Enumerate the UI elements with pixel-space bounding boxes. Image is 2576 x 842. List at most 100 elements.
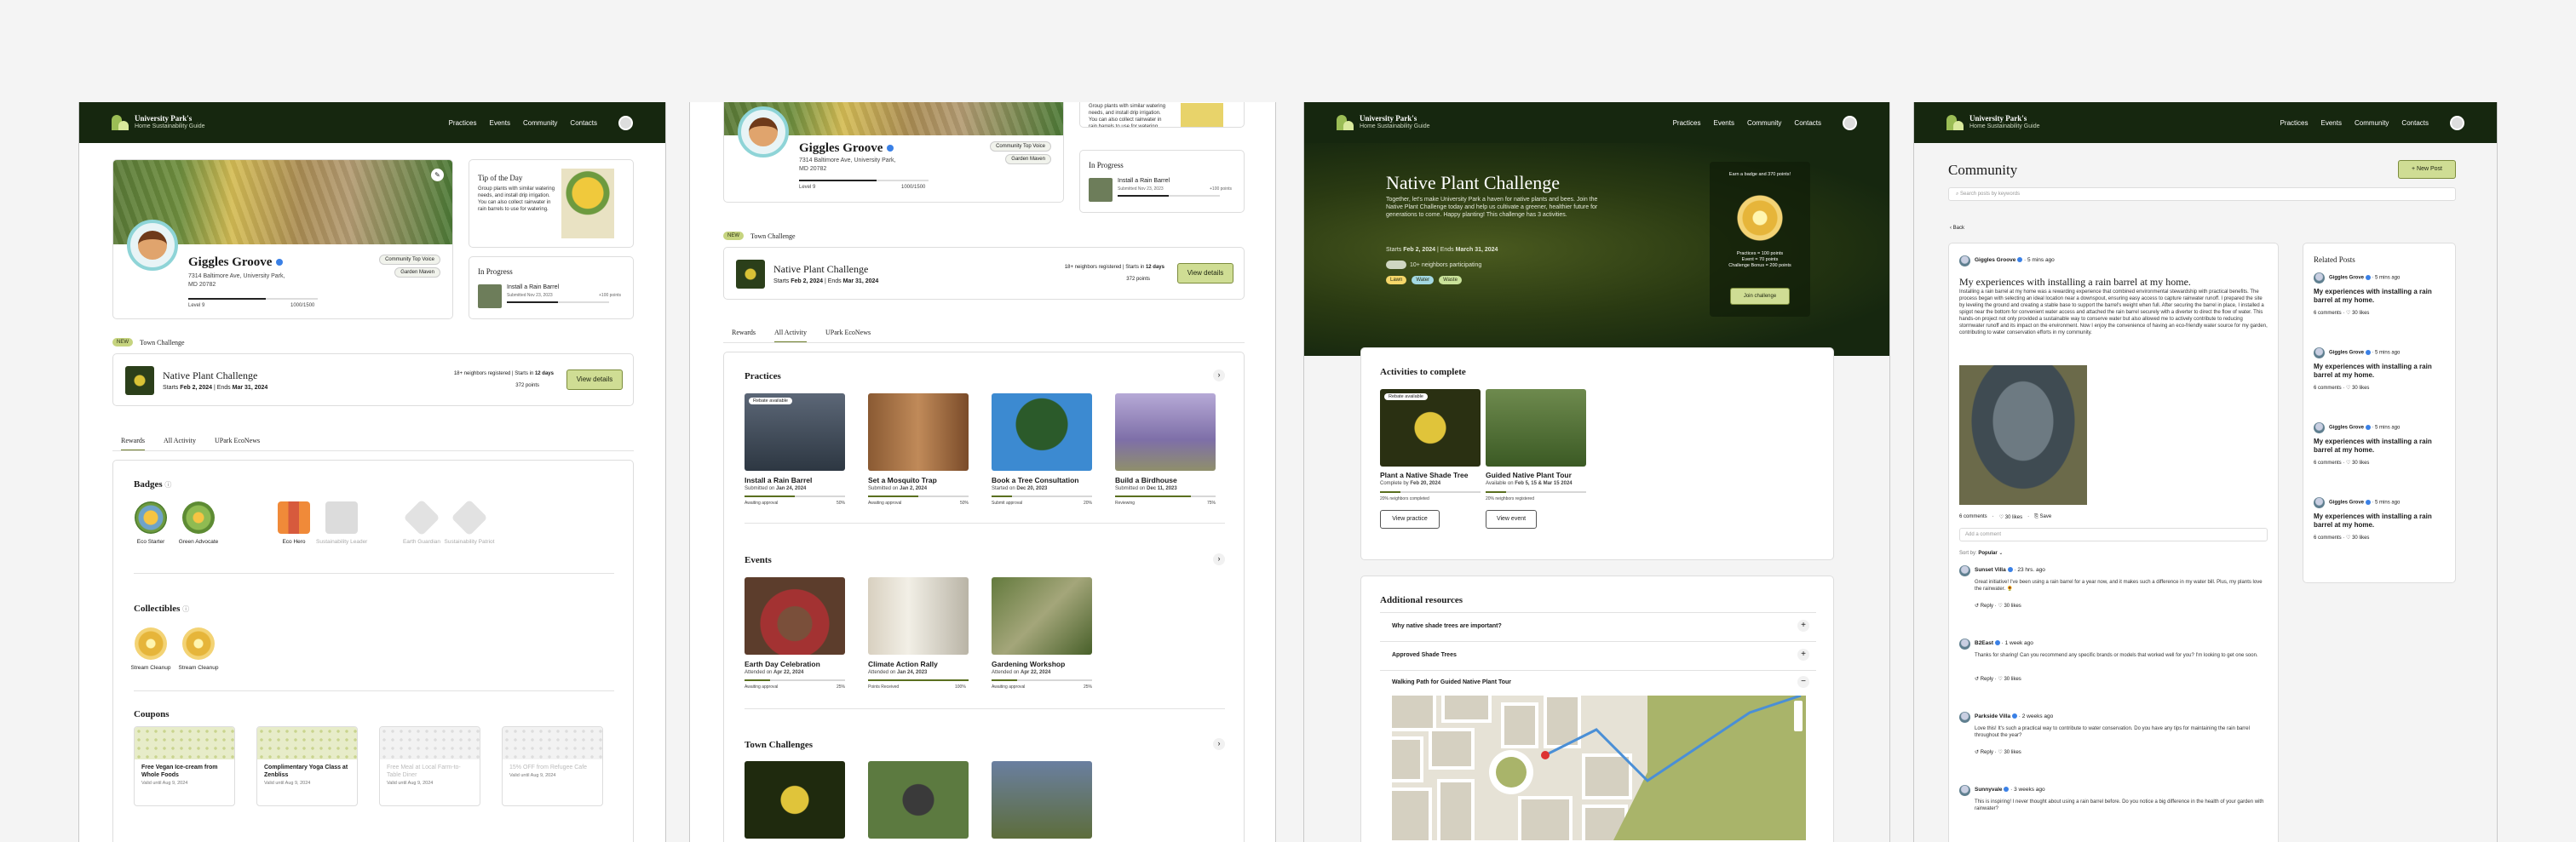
user-avatar[interactable] [1843, 115, 1857, 130]
user-avatar[interactable] [618, 115, 633, 130]
save-button[interactable]: ⎘ Save [2034, 514, 2051, 520]
badge-green-advocate[interactable]: Green Advocate [179, 501, 218, 545]
nav-practices[interactable]: Practices [1673, 119, 1701, 127]
view-details-button[interactable]: View details [1177, 263, 1233, 284]
practice-title[interactable]: Book a Tree Consultation [992, 476, 1079, 484]
badge-eco-starter[interactable]: Eco Starter [134, 501, 168, 545]
plus-icon[interactable]: + [1797, 649, 1809, 661]
in-progress-item[interactable]: Install a Rain Barrel [1118, 178, 1170, 184]
tab-rewards[interactable]: Rewards [732, 329, 756, 343]
join-challenge-button[interactable]: Join challenge [1730, 288, 1790, 305]
like-button[interactable]: ♡ 30 likes [1999, 514, 2022, 520]
tab-rewards[interactable]: Rewards [121, 437, 145, 451]
back-link[interactable]: ‹ Back [1950, 226, 1964, 231]
nav-community[interactable]: Community [523, 119, 557, 127]
minus-icon[interactable]: − [1797, 676, 1809, 688]
challenge-card[interactable]: Native Plant Challenge Starts Feb 2, 202… [723, 247, 1245, 300]
accordion-item[interactable]: Why native shade trees are important? [1392, 623, 1502, 629]
challenge-image[interactable] [992, 761, 1092, 839]
nav-contacts[interactable]: Contacts [2401, 119, 2429, 127]
chevron-right-icon[interactable]: › [1213, 553, 1225, 565]
activity-progress [1486, 491, 1586, 493]
practice-title[interactable]: Set a Mosquito Trap [868, 476, 937, 484]
view-details-button[interactable]: View details [566, 369, 623, 390]
gardening-workshop-image[interactable] [992, 577, 1092, 655]
nav-community[interactable]: Community [1747, 119, 1781, 127]
badge-sustainability-patriot[interactable]: Sustainability Patriot [445, 499, 494, 545]
challenge-image[interactable] [868, 761, 969, 839]
view-practice-button[interactable]: View practice [1380, 510, 1440, 529]
practice-title[interactable]: Install a Rain Barrel [745, 476, 812, 484]
nav-events[interactable]: Events [1714, 119, 1734, 127]
comment-actions[interactable]: ↺ Reply · ♡ 30 likes [1975, 749, 2021, 755]
activity-card: Practices › Rebate available Install a R… [723, 352, 1245, 842]
practice-status: Awaiting approval [745, 501, 779, 506]
plant-tour-image[interactable] [1486, 389, 1586, 467]
chevron-right-icon[interactable]: › [1213, 738, 1225, 750]
tab-econews[interactable]: UPark EcoNews [215, 437, 260, 451]
badge-earth-guardian[interactable]: Earth Guardian [403, 499, 440, 545]
tree-image[interactable] [992, 393, 1092, 471]
collectible-stream-cleanup[interactable]: Stream Cleanup [131, 627, 170, 671]
event-title[interactable]: Gardening Workshop [992, 660, 1065, 668]
route-map[interactable] [1392, 696, 1806, 840]
birdhouse-image[interactable] [1115, 393, 1216, 471]
edit-icon[interactable]: ✎ [431, 169, 444, 181]
badge-sustainability-leader[interactable]: Sustainability Leader [316, 501, 367, 545]
tab-econews[interactable]: UPark EcoNews [825, 329, 871, 343]
zoom-controls[interactable] [1794, 701, 1803, 731]
comment-actions[interactable]: ↺ Reply · ♡ 30 likes [1975, 603, 2021, 609]
profile-card: ✎ Giggles Groove 7314 Baltimore Ave, Uni… [112, 159, 453, 319]
tab-all-activity[interactable]: All Activity [164, 437, 196, 451]
sort-dropdown[interactable]: Sort by: Popular ⌄ [1959, 550, 2003, 556]
earth-day-image[interactable] [745, 577, 845, 655]
nav-events[interactable]: Events [2321, 119, 2342, 127]
nav-contacts[interactable]: Contacts [570, 119, 597, 127]
in-progress-item[interactable]: Install a Rain Barrel [507, 284, 559, 290]
comment-input[interactable]: Add a comment [1959, 528, 2268, 541]
accordion-item[interactable]: Approved Shade Trees [1392, 652, 1457, 658]
in-progress-card: In Progress Install a Rain Barrel Submit… [469, 256, 634, 319]
activity-title[interactable]: Plant a Native Shade Tree [1380, 471, 1468, 479]
tab-all-activity[interactable]: All Activity [774, 329, 807, 343]
mosquito-trap-image[interactable] [868, 393, 969, 471]
practice-title[interactable]: Build a Birdhouse [1115, 476, 1177, 484]
user-avatar[interactable] [2450, 115, 2464, 130]
logo[interactable]: University Park's Home Sustainability Gui… [112, 114, 205, 131]
coupon-card[interactable]: Complimentary Yoga Class at Zenbliss Vali… [256, 726, 358, 806]
shade-tree-image[interactable]: Rebate available [1380, 389, 1481, 467]
logo[interactable]: University Park's Home Sustainability Gui… [1946, 114, 2040, 131]
collectible-stream-cleanup-2[interactable]: Stream Cleanup [179, 627, 218, 671]
chevron-right-icon[interactable]: › [1213, 369, 1225, 381]
view-event-button[interactable]: View event [1486, 510, 1537, 529]
climate-rally-image[interactable] [868, 577, 969, 655]
rain-barrel-photo[interactable] [1959, 365, 2087, 505]
comments-count[interactable]: 6 comments [1959, 514, 1987, 520]
brand-name: University Park's [1360, 114, 1417, 123]
chip-lawn[interactable]: Lawn [1386, 276, 1407, 284]
challenge-image[interactable] [745, 761, 845, 839]
event-title[interactable]: Climate Action Rally [868, 660, 938, 668]
badge-eco-hero[interactable]: Eco Hero [277, 501, 311, 545]
nav-events[interactable]: Events [490, 119, 510, 127]
tip-card: Group plants with similar watering needs… [1079, 102, 1245, 128]
search-input[interactable]: ⌕ Search posts by keywords [1948, 187, 2456, 201]
accordion-item-open[interactable]: Walking Path for Guided Native Plant Tou… [1392, 679, 1511, 685]
rain-barrel-image[interactable]: Rebate available [745, 393, 845, 471]
logo-icon [112, 115, 129, 130]
nav-contacts[interactable]: Contacts [1794, 119, 1821, 127]
practices-title: Practices [745, 371, 781, 381]
new-post-button[interactable]: + New Post [2398, 160, 2456, 179]
logo[interactable]: University Park's Home Sustainability Gui… [1337, 114, 1430, 131]
chip-waste[interactable]: Waste [1439, 276, 1462, 284]
event-title[interactable]: Earth Day Celebration [745, 660, 820, 668]
activity-title[interactable]: Guided Native Plant Tour [1486, 471, 1572, 479]
challenge-card[interactable]: Native Plant Challenge Starts Feb 2, 202… [112, 353, 634, 406]
nav-practices[interactable]: Practices [449, 119, 477, 127]
coupon-card[interactable]: Free Vegan Ice-cream from Whole Foods Val… [134, 726, 235, 806]
chip-water[interactable]: Water [1412, 276, 1435, 284]
nav-community[interactable]: Community [2355, 119, 2389, 127]
comment-actions[interactable]: ↺ Reply · ♡ 30 likes [1975, 676, 2021, 682]
nav-practices[interactable]: Practices [2280, 119, 2309, 127]
plus-icon[interactable]: + [1797, 620, 1809, 632]
